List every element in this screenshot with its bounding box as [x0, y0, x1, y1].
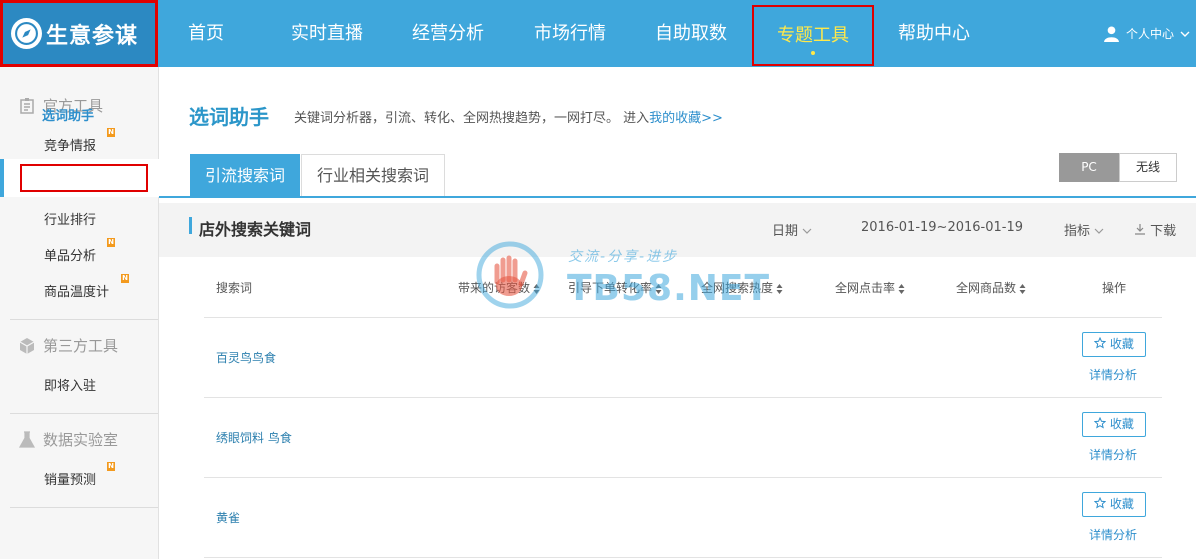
section-header — [159, 203, 1196, 257]
col-header-ctr[interactable]: 全网点击率 — [835, 279, 905, 296]
nav-special-tools-label: 专题工具 — [777, 25, 849, 46]
sidebar-section-title: 数据实验室 — [43, 431, 119, 449]
sort-icon — [655, 283, 662, 294]
device-toggle-mobile[interactable]: 无线 — [1119, 153, 1177, 182]
new-badge: N — [107, 462, 115, 471]
sidebar-item-sales-forecast[interactable]: 销量预测 — [44, 469, 96, 488]
table-row-keyword[interactable]: 百灵鸟鸟食 — [216, 349, 276, 366]
user-icon — [1104, 26, 1119, 42]
date-dropdown[interactable]: 日期 — [772, 220, 812, 239]
col-header-product-count-label: 全网商品数 — [956, 281, 1017, 295]
sidebar-item-thermometer[interactable]: 商品温度计 — [44, 281, 109, 300]
download-icon — [1135, 224, 1145, 235]
sidebar-section-title: 第三方工具 — [43, 337, 119, 355]
device-toggle-pc[interactable]: PC — [1059, 153, 1119, 182]
section-title: 店外搜索关键词 — [199, 220, 312, 239]
row-divider — [204, 397, 1162, 398]
page-description: 关键词分析器，引流、转化、全网热搜趋势，一网打尽。 进入我的收藏>> — [294, 107, 723, 126]
col-header-ctr-label: 全网点击率 — [835, 281, 896, 295]
sort-icon — [898, 283, 905, 294]
nav-self-service[interactable]: 自助取数 — [655, 0, 727, 67]
chevron-down-icon — [802, 228, 812, 234]
col-header-search-heat[interactable]: 全网搜索热度 — [701, 279, 783, 296]
divider — [10, 319, 158, 320]
divider — [10, 413, 158, 414]
row-divider — [204, 477, 1162, 478]
description-text: 关键词分析器，引流、转化、全网热搜趋势，一网打尽。 进入 — [294, 111, 650, 126]
sort-icon — [1019, 283, 1026, 294]
new-badge: N — [107, 128, 115, 137]
favorite-button[interactable]: 收藏 — [1082, 332, 1146, 357]
divider — [10, 507, 158, 508]
active-indicator-dot — [811, 51, 815, 55]
row-divider — [204, 557, 1162, 558]
compass-icon — [11, 18, 42, 49]
col-header-action: 操作 — [1102, 281, 1127, 295]
sort-icon — [533, 283, 540, 294]
tab-underline — [159, 196, 1196, 198]
user-menu[interactable]: 个人中心 — [1103, 0, 1190, 67]
user-menu-label: 个人中心 — [1125, 27, 1174, 41]
sort-icon — [776, 283, 783, 294]
section-accent-bar — [189, 217, 192, 234]
nav-market[interactable]: 市场行情 — [534, 0, 606, 67]
nav-special-tools[interactable]: 专题工具 — [752, 5, 874, 66]
tab-industry-keywords[interactable]: 行业相关搜索词 — [301, 154, 446, 197]
metric-dropdown-label: 指标 — [1064, 224, 1091, 239]
favorite-button-label: 收藏 — [1109, 497, 1134, 511]
col-header-visitors[interactable]: 带来的访客数 — [458, 279, 540, 296]
detail-analysis-link[interactable]: 详情分析 — [1089, 526, 1137, 543]
nav-business-analysis[interactable]: 经营分析 — [412, 0, 484, 67]
col-header-keyword: 搜索词 — [216, 281, 253, 295]
download-label: 下载 — [1150, 224, 1177, 239]
sidebar-section-third-party: 第三方工具 — [18, 335, 118, 356]
sidebar: 官方工具 竞争情报 N 选词助手 行业排行 单品分析 N 商品温度计 N 第三方… — [0, 67, 159, 559]
brand-logo[interactable]: 生意参谋 — [0, 0, 158, 67]
sidebar-active-indicator — [0, 159, 4, 197]
tools-icon — [20, 97, 34, 114]
page-title: 选词助手 — [189, 105, 269, 129]
table-header-divider — [204, 317, 1162, 318]
sidebar-item-coming-soon[interactable]: 即将入驻 — [44, 375, 96, 394]
tab-traffic-keywords[interactable]: 引流搜索词 — [190, 154, 301, 197]
detail-analysis-link[interactable]: 详情分析 — [1089, 366, 1137, 383]
sidebar-section-lab: 数据实验室 — [18, 429, 118, 450]
table-row-keyword[interactable]: 绣眼饲料 鸟食 — [216, 429, 292, 446]
sidebar-item-competition[interactable]: 竞争情报 — [44, 135, 96, 154]
highlight-box — [20, 164, 148, 192]
download-button[interactable]: 下载 — [1134, 220, 1176, 239]
new-badge: N — [107, 238, 115, 247]
chevron-down-icon — [1180, 31, 1190, 37]
metric-dropdown[interactable]: 指标 — [1064, 220, 1104, 239]
col-header-conversion[interactable]: 引导下单转化率 — [568, 279, 662, 296]
sidebar-item-industry-rank[interactable]: 行业排行 — [44, 209, 96, 228]
nav-home[interactable]: 首页 — [188, 0, 224, 67]
col-header-search-heat-label: 全网搜索热度 — [701, 281, 774, 295]
star-icon — [1093, 416, 1107, 429]
nav-help[interactable]: 帮助中心 — [898, 0, 970, 67]
new-badge: N — [121, 274, 129, 283]
chevron-down-icon — [1094, 228, 1104, 234]
nav-live[interactable]: 实时直播 — [291, 0, 363, 67]
detail-analysis-link[interactable]: 详情分析 — [1089, 446, 1137, 463]
date-range[interactable]: 2016-01-19~2016-01-19 — [861, 220, 1023, 235]
col-header-visitors-label: 带来的访客数 — [458, 281, 531, 295]
star-icon — [1093, 336, 1107, 349]
col-header-conversion-label: 引导下单转化率 — [568, 281, 653, 295]
col-header-product-count[interactable]: 全网商品数 — [956, 279, 1026, 296]
table-row-keyword[interactable]: 黄雀 — [216, 509, 240, 526]
favorite-button[interactable]: 收藏 — [1082, 492, 1146, 517]
cube-icon — [19, 337, 35, 354]
brand-name: 生意参谋 — [46, 23, 139, 49]
flask-icon — [18, 430, 36, 448]
favorite-button-label: 收藏 — [1109, 337, 1134, 351]
favorite-button-label: 收藏 — [1109, 417, 1134, 431]
my-favorites-link[interactable]: 我的收藏>> — [649, 111, 723, 126]
star-icon — [1093, 496, 1107, 509]
sidebar-item-product-analysis[interactable]: 单品分析 — [44, 245, 96, 264]
favorite-button[interactable]: 收藏 — [1082, 412, 1146, 437]
sidebar-item-keyword-assistant[interactable]: 选词助手 — [42, 105, 94, 124]
top-nav-bar: 生意参谋 首页 实时直播 经营分析 市场行情 自助取数 专题工具 帮助中心 个人… — [0, 0, 1196, 67]
date-dropdown-label: 日期 — [772, 224, 799, 239]
